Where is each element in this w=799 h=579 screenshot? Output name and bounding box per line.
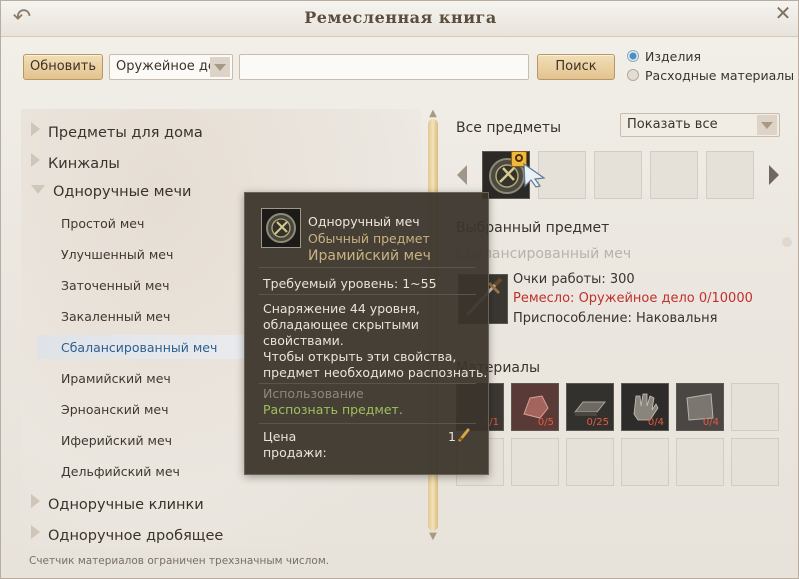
category-daggers[interactable]: Кинжалы (31, 153, 120, 172)
scroll-down-icon[interactable]: ▼ (426, 532, 440, 542)
expand-arrow-icon (31, 525, 40, 539)
tooltip-desc-line: Снаряжение 44 уровня, (263, 301, 420, 316)
radio-on-icon (627, 50, 639, 62)
expand-arrow-icon (31, 494, 40, 508)
subitem-ernoan-sword[interactable]: Эрноанский меч (61, 402, 168, 417)
subitem-tempered-sword[interactable]: Закаленный меч (61, 309, 170, 324)
chevron-down-icon (210, 57, 230, 77)
category-dropdown-value: Оружейное де.. (116, 59, 225, 74)
filter-dropdown[interactable]: Показать все (620, 113, 780, 137)
tooltip-level: Требуемый уровень: 1~55 (263, 276, 437, 291)
material-slot[interactable]: 0/4 (676, 383, 724, 431)
category-label: Одноручные мечи (53, 184, 192, 200)
tooltip-desc-line: обладающее скрытыми (263, 317, 419, 332)
category-one-hand-swords[interactable]: Одноручные мечи (31, 184, 191, 200)
collapse-arrow-icon (31, 185, 45, 194)
footer-note: Счетчик материалов ограничен трехзначным… (29, 555, 330, 567)
sword-shield-icon (266, 213, 296, 243)
material-count: 0/4 (702, 417, 719, 428)
subitem-balanced-sword[interactable]: Сбалансированный меч (61, 340, 217, 355)
material-slot-empty[interactable] (511, 438, 559, 486)
category-label: Кинжалы (48, 156, 120, 172)
expand-arrow-icon (31, 153, 40, 167)
tooltip-usage-action: Распознать предмет. (263, 402, 403, 417)
material-count: 0/4 (647, 417, 664, 428)
tooltip-divider (259, 423, 476, 424)
carousel-next-icon[interactable] (769, 165, 779, 185)
window-title: Ремесленная книга (304, 8, 497, 27)
refresh-button[interactable]: Обновить (23, 54, 103, 80)
tooltip-item-grade: Обычный предмет (308, 231, 430, 246)
tooltip-price-label: Цена (263, 429, 297, 444)
chevron-down-icon (757, 115, 777, 135)
radio-products-label: Изделия (645, 49, 701, 64)
material-slot[interactable]: 0/25 (566, 383, 614, 431)
category-label: Одноручные клинки (48, 497, 204, 513)
material-slot-empty[interactable] (621, 438, 669, 486)
subitem-iramian-sword[interactable]: Ирамийский меч (61, 371, 171, 386)
tooltip-divider (259, 267, 476, 268)
radio-products[interactable]: Изделия (627, 49, 701, 64)
close-icon[interactable]: ✕ (770, 1, 796, 27)
subitem-delphian-sword[interactable]: Дельфийский меч (61, 464, 180, 479)
category-one-hand-blades[interactable]: Одноручные клинки (31, 494, 204, 513)
category-home[interactable]: Предметы для дома (31, 122, 203, 141)
radio-consumables[interactable]: Расходные материалы (627, 68, 794, 83)
item-slot-empty[interactable] (594, 151, 642, 199)
tooltip-item-type: Одноручный меч (308, 214, 420, 229)
item-slot-empty[interactable] (706, 151, 754, 199)
material-slot-empty[interactable] (731, 383, 779, 431)
scroll-up-icon[interactable]: ▲ (426, 109, 440, 119)
expand-arrow-icon (31, 122, 40, 136)
search-button[interactable]: Поиск (537, 54, 615, 80)
tooltip-usage-label: Использование (263, 386, 364, 401)
material-slot[interactable]: 0/4 (621, 383, 669, 431)
tooltip-desc-line: Чтобы открыть эти свойства, (263, 349, 457, 364)
work-points-text: Очки работы: 300 (513, 272, 635, 287)
subitem-simple-sword[interactable]: Простой меч (61, 216, 144, 231)
material-slot-empty[interactable] (566, 438, 614, 486)
mouse-cursor-icon (523, 162, 546, 188)
item-tooltip: Одноручный меч Обычный предмет Ирамийски… (244, 192, 489, 475)
radio-off-icon (627, 69, 639, 81)
tooltip-desc-line: предмет необходимо распознать. (263, 365, 488, 380)
crafting-book-window: ↶ Ремесленная книга ✕ Обновить Оружейное… (0, 0, 799, 579)
craft-requirement-text: Ремесло: Оружейное дело 0/10000 (513, 291, 753, 306)
subitem-iferian-sword[interactable]: Иферийский меч (61, 433, 172, 448)
filter-dropdown-value: Показать все (627, 117, 718, 132)
coin-icon (458, 428, 470, 442)
carousel-prev-icon[interactable] (457, 165, 467, 185)
tooltip-price-value: 1 (448, 429, 456, 444)
material-count: 0/25 (586, 417, 609, 428)
tooltip-price-label: продажи: (263, 445, 327, 460)
info-dot-icon (782, 237, 792, 247)
subitem-sharpened-sword[interactable]: Заточенный меч (61, 278, 170, 293)
radio-consumables-label: Расходные материалы (645, 68, 795, 83)
material-slot[interactable]: 0/5 (511, 383, 559, 431)
material-count: 0/5 (537, 417, 554, 428)
tooltip-desc-line: свойствами. (263, 333, 344, 348)
subitem-improved-sword[interactable]: Улучшенный меч (61, 247, 173, 262)
category-one-hand-blunt[interactable]: Одноручное дробящее (31, 525, 223, 544)
material-slot-empty[interactable] (731, 438, 779, 486)
category-label: Одноручное дробящее (48, 528, 224, 544)
item-slot-empty[interactable] (650, 151, 698, 199)
tool-requirement-text: Приспособление: Наковальня (513, 311, 718, 326)
title-bar: ↶ Ремесленная книга ✕ (1, 1, 798, 37)
search-input[interactable] (239, 54, 529, 80)
category-label: Предметы для дома (48, 125, 203, 141)
tooltip-divider (259, 383, 476, 384)
all-items-heading: Все предметы (456, 120, 562, 136)
tooltip-divider (259, 294, 476, 295)
category-dropdown[interactable]: Оружейное де.. (109, 54, 233, 80)
material-slot-empty[interactable] (676, 438, 724, 486)
tooltip-item-name: Ирамийский меч (308, 248, 431, 264)
tooltip-item-icon (261, 208, 301, 248)
